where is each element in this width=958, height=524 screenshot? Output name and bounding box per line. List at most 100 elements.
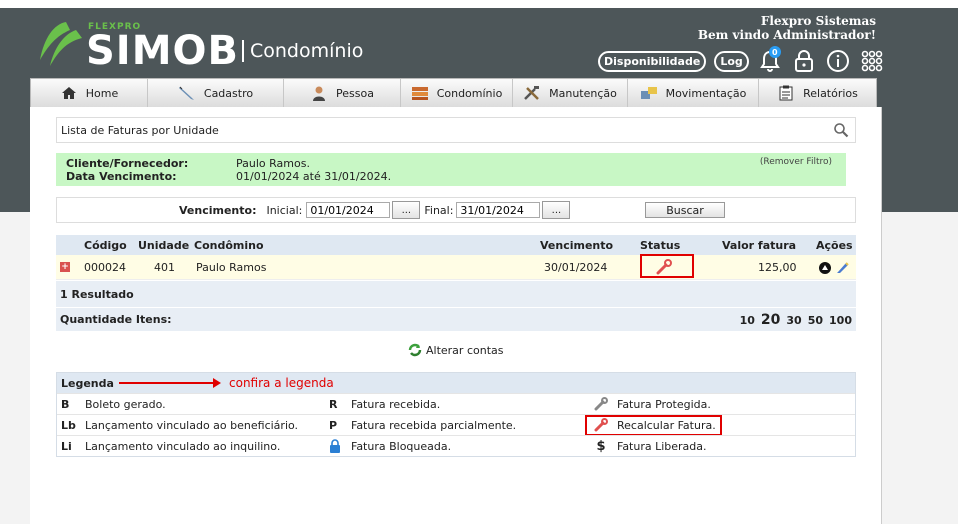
legend-title: Legenda (61, 376, 114, 390)
table-row[interactable]: + 000024 401 Paulo Ramos 30/01/2024 125,… (56, 254, 856, 280)
col-condomino: Condômino (194, 238, 264, 252)
cell-condomino: Paulo Ramos (196, 260, 267, 274)
view-icon[interactable] (818, 261, 832, 278)
legend-text: Fatura recebida. (351, 397, 441, 411)
status-highlight (640, 254, 694, 278)
page-size-option-selected[interactable]: 20 (761, 312, 780, 328)
invoice-table: Código Unidade Condômino Vencimento Stat… (56, 235, 856, 331)
date-search-bar: Vencimento: Inicial: ... Final: ... Busc… (56, 197, 856, 223)
transfer-icon (640, 85, 658, 101)
col-vencimento: Vencimento (540, 238, 614, 252)
result-count: 1 Resultado (56, 281, 856, 307)
tools-icon (523, 85, 541, 101)
stack-icon (411, 85, 429, 101)
log-button[interactable]: Log (714, 50, 749, 72)
pencil-icon (178, 85, 196, 101)
page-size-option[interactable]: 10 (740, 314, 755, 327)
menu-label: Cadastro (203, 86, 254, 100)
legend-row: Lb Lançamento vinculado ao beneficiário.… (57, 414, 855, 436)
quantity-label: Quantidade Itens: (60, 313, 172, 326)
legend-row: Li Lançamento vinculado ao inquilino. Fa… (57, 435, 855, 456)
legend-text: Fatura Liberada. (617, 439, 707, 453)
header-tools: Disponibilidade Log 0 (598, 46, 885, 74)
recalc-highlight (585, 415, 722, 436)
home-icon (60, 85, 78, 101)
alterar-contas-link[interactable]: Alterar contas (408, 343, 503, 357)
final-picker-button[interactable]: ... (542, 201, 571, 219)
client-value: Paulo Ramos. (236, 157, 310, 170)
page-size-option[interactable]: 50 (808, 314, 823, 327)
search-icon[interactable] (833, 122, 849, 141)
legend-code: Li (61, 439, 72, 453)
remove-filter-link[interactable]: (Remover Filtro) (760, 157, 832, 167)
content-panel: Lista de Faturas por Unidade Cliente/For… (30, 107, 882, 524)
edit-icon[interactable] (836, 260, 850, 277)
person-icon (310, 85, 328, 101)
inicial-picker-button[interactable]: ... (392, 201, 421, 219)
legend-text: Boleto gerado. (85, 397, 166, 411)
legend-code: B (61, 397, 70, 411)
menu-condominio[interactable]: Condomínio (401, 79, 513, 107)
cell-vencimento: 30/01/2024 (544, 260, 608, 274)
page-title: Lista de Faturas por Unidade (61, 123, 219, 137)
notification-badge: 0 (768, 46, 781, 58)
due-value: 01/01/2024 até 31/01/2024. (236, 170, 392, 183)
clipboard-icon (777, 85, 795, 101)
col-codigo: Código (84, 238, 127, 252)
grid-icon (861, 50, 883, 72)
wrench-gray-icon (593, 396, 609, 412)
col-acoes: Ações (816, 238, 853, 252)
menu-relatorios[interactable]: Relatórios (759, 79, 876, 107)
cell-valor: 125,00 (758, 260, 797, 274)
due-label: Data Vencimento: (66, 170, 177, 183)
buscar-button[interactable]: Buscar (645, 202, 725, 218)
logo[interactable] (36, 20, 88, 68)
alterar-contas-label: Alterar contas (426, 343, 504, 357)
legend-text: Fatura Protegida. (617, 397, 711, 411)
notifications-button[interactable]: 0 (757, 46, 783, 74)
company-name: Flexpro Sistemas (760, 14, 876, 28)
col-status: Status (640, 238, 681, 252)
legend-text: Fatura Bloqueada. (351, 439, 452, 453)
page-size-option[interactable]: 30 (786, 314, 801, 327)
page-size-option[interactable]: 100 (829, 314, 852, 327)
inicial-date-input[interactable] (306, 202, 391, 218)
legend-text: Lançamento vinculado ao beneficiário. (85, 418, 299, 432)
final-date-input[interactable] (456, 202, 541, 218)
refresh-icon (408, 343, 422, 357)
apps-button[interactable] (859, 48, 885, 74)
info-icon (826, 50, 849, 72)
menu-manutencao[interactable]: Manutenção (513, 79, 628, 107)
menu-cadastro[interactable]: Cadastro (148, 79, 284, 107)
client-label: Cliente/Fornecedor: (66, 157, 189, 170)
legend-text: Fatura recebida parcialmente. (351, 418, 517, 432)
active-filter: Cliente/Fornecedor: Paulo Ramos. Data Ve… (56, 153, 846, 186)
menu-label: Relatórios (803, 86, 858, 100)
vencimento-label: Vencimento: (179, 203, 257, 217)
logo-swoosh-icon (40, 22, 82, 66)
main-menu: Home Cadastro Pessoa Condomínio Manutenç… (30, 78, 877, 108)
legend-box: Legenda confira a legenda B Boleto gerad… (56, 372, 856, 457)
menu-pessoa[interactable]: Pessoa (284, 79, 401, 107)
menu-movimentacao[interactable]: Movimentação (628, 79, 759, 107)
legend-header: Legenda confira a legenda (57, 373, 855, 393)
annotation-arrow (119, 378, 221, 388)
menu-home[interactable]: Home (31, 79, 148, 107)
info-button[interactable] (825, 48, 851, 74)
padlock-icon (794, 50, 813, 72)
col-unidade: Unidade (138, 238, 190, 252)
brand-sub: Condomínio (242, 40, 363, 62)
inicial-label: Inicial: (266, 203, 303, 217)
welcome-text: Bem vindo Administrador! (697, 28, 876, 42)
page-size-selector: 10 20 30 50 100 (740, 312, 852, 328)
top-strip (0, 0, 958, 8)
page-title-bar: Lista de Faturas por Unidade (56, 117, 856, 143)
menu-label: Pessoa (336, 86, 374, 100)
table-header: Código Unidade Condômino Vencimento Stat… (56, 235, 856, 255)
brand-main: SIMOB (86, 28, 239, 74)
expand-icon[interactable]: + (60, 262, 70, 272)
lock-button[interactable] (791, 48, 817, 74)
disponibilidade-button[interactable]: Disponibilidade (598, 50, 707, 72)
legend-row: B Boleto gerado. R Fatura recebida. Fatu… (57, 393, 855, 414)
quantity-row: Quantidade Itens: 10 20 30 50 100 (56, 307, 856, 331)
